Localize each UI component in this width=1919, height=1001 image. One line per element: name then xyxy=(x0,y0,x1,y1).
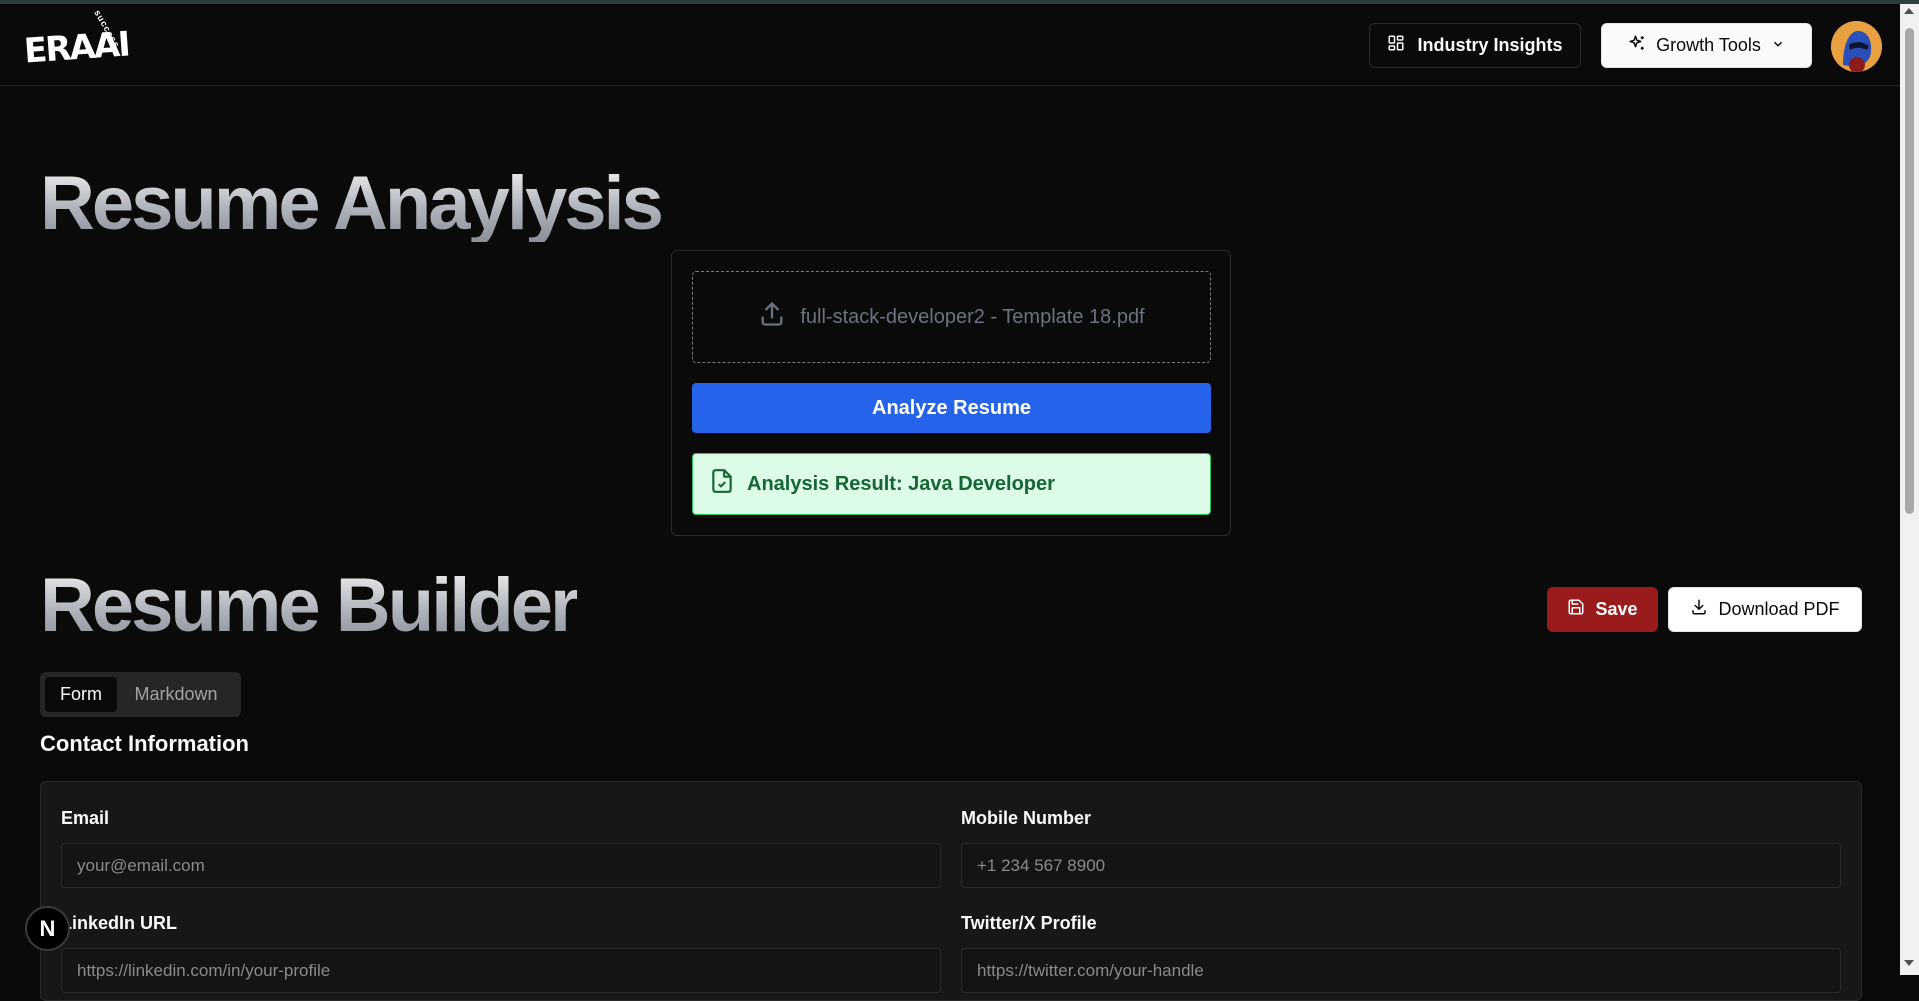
linkedin-url-label: LinkedIn URL xyxy=(61,913,177,933)
resume-upload-dropzone[interactable]: full-stack-developer2 - Template 18.pdf xyxy=(692,271,1211,363)
twitter-profile-label: Twitter/X Profile xyxy=(961,913,1097,933)
industry-insights-button[interactable]: Industry Insights xyxy=(1369,23,1581,68)
save-button[interactable]: Save xyxy=(1547,587,1658,632)
dashboard-grid-icon xyxy=(1387,34,1405,57)
editor-mode-tabs: Form Markdown xyxy=(40,672,241,717)
tab-form[interactable]: Form xyxy=(45,677,117,712)
tab-markdown[interactable]: Markdown xyxy=(121,677,231,712)
analysis-result-box: Analysis Result: Java Developer xyxy=(692,453,1211,515)
resume-analysis-card: full-stack-developer2 - Template 18.pdf … xyxy=(671,250,1231,536)
nextjs-dev-tools-button[interactable]: N xyxy=(25,906,70,951)
mobile-number-label: Mobile Number xyxy=(961,808,1092,828)
sparkles-icon xyxy=(1628,34,1646,57)
analyze-resume-button[interactable]: Analyze Resume xyxy=(692,383,1211,433)
download-pdf-button[interactable]: Download PDF xyxy=(1668,587,1862,632)
linkedin-url-field[interactable] xyxy=(61,948,941,993)
chevron-down-icon xyxy=(1771,35,1785,56)
download-icon xyxy=(1690,598,1708,621)
twitter-profile-field[interactable] xyxy=(961,948,1841,993)
file-check-icon xyxy=(709,467,735,501)
scroll-up-arrow-icon[interactable] xyxy=(1904,8,1914,14)
analysis-result-text: Analysis Result: Java Developer xyxy=(747,472,1055,495)
upload-icon xyxy=(758,300,786,334)
top-navbar: ERAAI success Industry Insights Growth T… xyxy=(0,4,1900,86)
save-label: Save xyxy=(1595,599,1638,619)
mobile-number-field[interactable] xyxy=(961,843,1841,888)
contact-information-heading: Contact Information xyxy=(40,731,249,756)
download-pdf-label: Download PDF xyxy=(1718,599,1840,619)
resume-builder-title: Resume Builder xyxy=(40,563,580,648)
save-icon xyxy=(1567,598,1585,621)
growth-tools-label: Growth Tools xyxy=(1656,35,1761,55)
user-avatar[interactable] xyxy=(1831,21,1882,72)
uploaded-file-name: full-stack-developer2 - Template 18.pdf xyxy=(800,305,1145,328)
industry-insights-label: Industry Insights xyxy=(1417,35,1563,55)
resume-analysis-title: Resume Anaylysis xyxy=(40,161,664,246)
scroll-down-arrow-icon[interactable] xyxy=(1904,960,1914,966)
brand-logo[interactable]: ERAAI success xyxy=(23,8,130,76)
contact-information-form: Email Mobile Number LinkedIn URL Twitter… xyxy=(40,781,1862,1001)
email-field[interactable] xyxy=(61,843,941,888)
scrollbar-thumb[interactable] xyxy=(1905,28,1914,514)
email-label: Email xyxy=(61,808,110,828)
growth-tools-dropdown[interactable]: Growth Tools xyxy=(1601,23,1812,68)
